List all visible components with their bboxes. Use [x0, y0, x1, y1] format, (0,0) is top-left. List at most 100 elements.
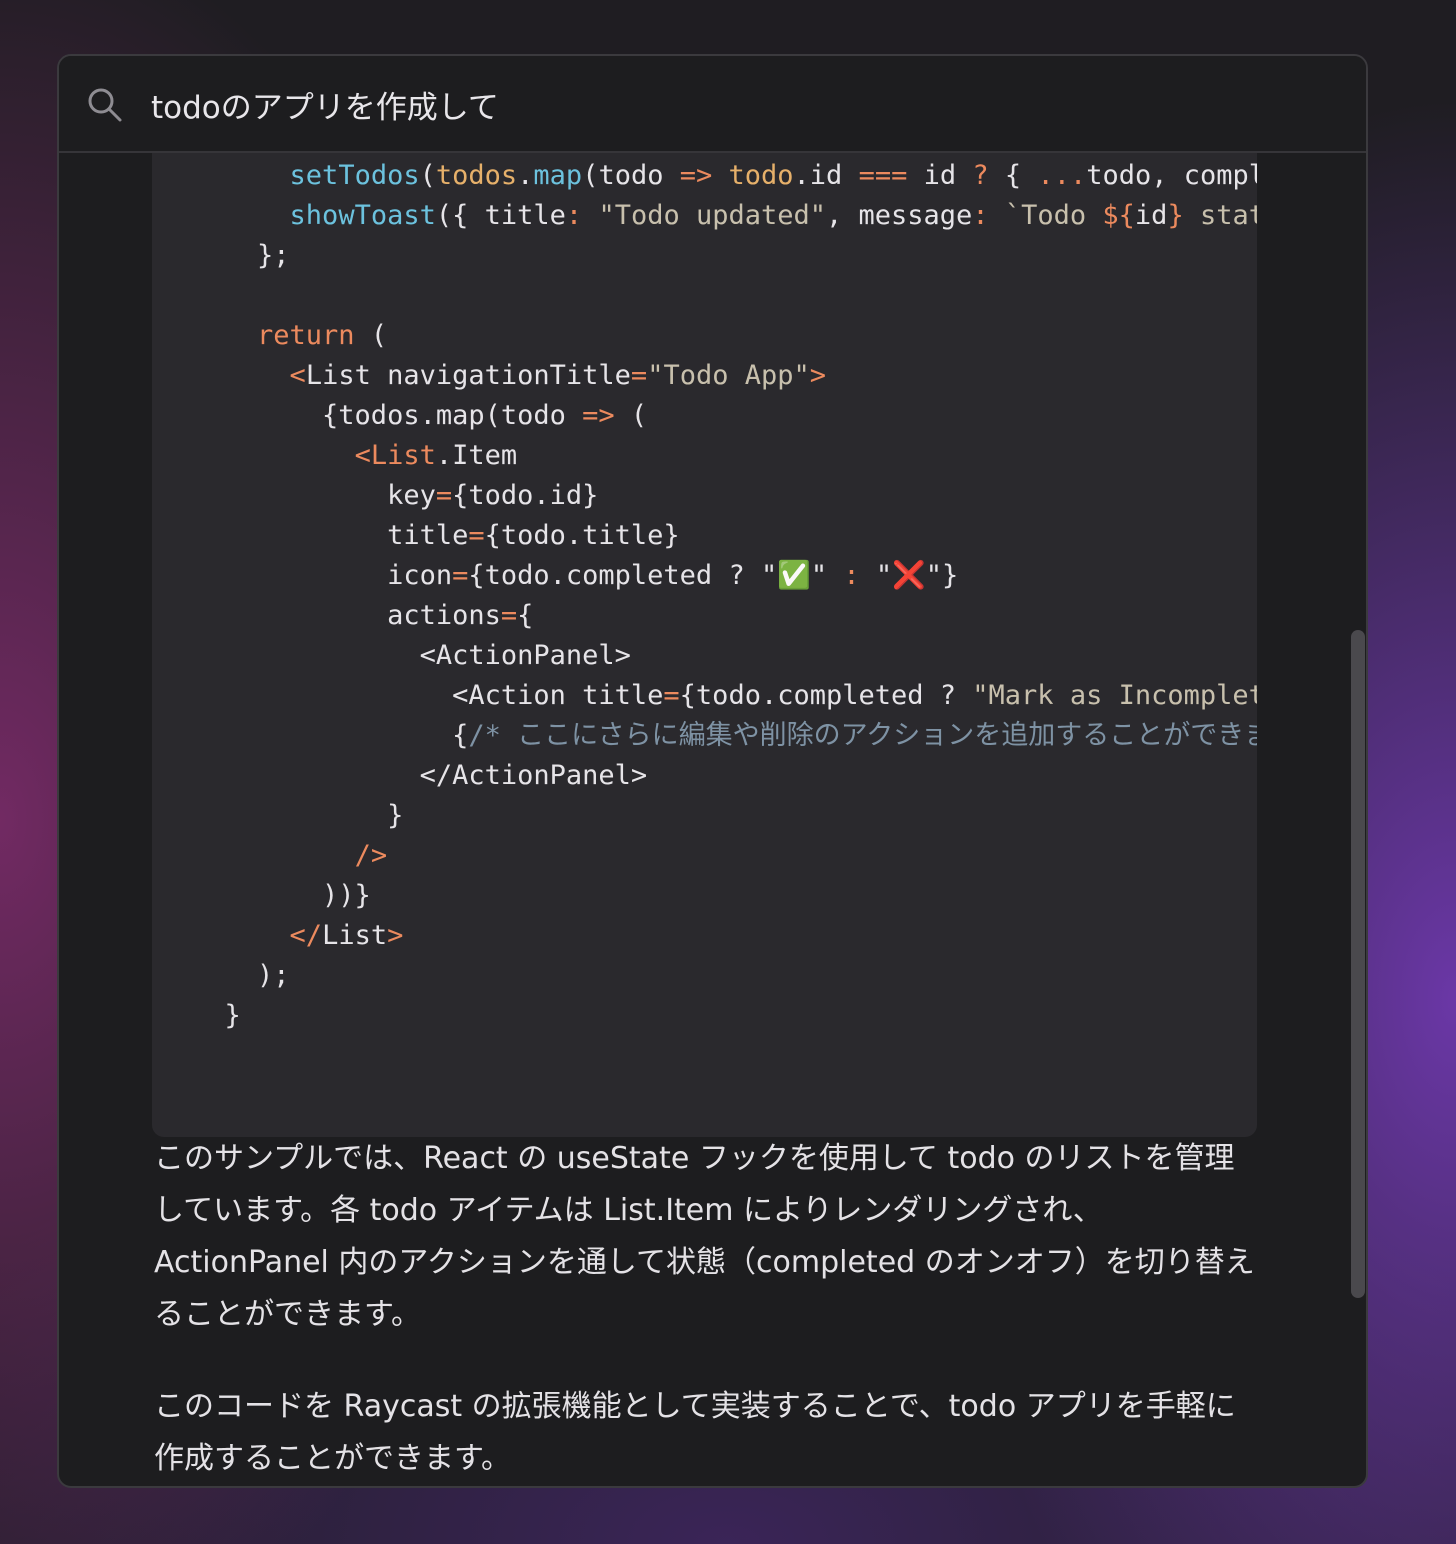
code-token: );	[192, 960, 290, 991]
code-line: <ActionPanel>	[192, 636, 631, 676]
code-token: }	[192, 800, 404, 831]
code-token: title	[192, 520, 469, 551]
code-line: }	[192, 996, 241, 1036]
scrollbar[interactable]	[1350, 153, 1366, 1486]
code-line: );	[192, 956, 290, 996]
code-token: =	[630, 360, 648, 391]
code-line: return (	[192, 316, 387, 356]
code-token: :	[843, 560, 860, 591]
code-token: ${	[1102, 200, 1135, 231]
code-token: id	[1134, 200, 1168, 231]
code-token: <Action title	[192, 680, 664, 711]
code-token: (	[419, 160, 436, 191]
code-token: }	[192, 1000, 241, 1031]
code-token: ?	[972, 160, 989, 191]
code-line: }	[192, 796, 403, 836]
code-token: :	[972, 200, 989, 231]
code-token: /* ここにさらに編集や削除のアクションを追加することができま	[468, 720, 1257, 751]
explanation-paragraph-1: このサンプルでは、React の useState フックを使用して todo …	[154, 1141, 1255, 1332]
code-token: </	[289, 920, 323, 951]
code-token: actions	[192, 600, 501, 631]
code-token: todo, compl	[1086, 160, 1257, 191]
code-line: <List.Item	[192, 436, 518, 476]
code-token: setTodos	[289, 160, 420, 191]
scroll-thumb[interactable]	[1351, 630, 1365, 1298]
code-token: {	[192, 720, 469, 751]
code-token: .	[517, 160, 534, 191]
code-token: ({ title	[435, 200, 566, 231]
code-token: (todo	[582, 160, 680, 191]
code-token: (	[354, 320, 388, 351]
code-token: =>	[679, 160, 713, 191]
code-token: </ActionPanel>	[192, 760, 648, 791]
code-token: {todo.completed ?	[679, 680, 973, 711]
code-token: =	[663, 680, 680, 711]
code-token: {	[517, 600, 534, 631]
code-token: <ActionPanel>	[192, 640, 631, 671]
raycast-ai-window: setTodos(todos.map(todo => todo.id === i…	[57, 54, 1368, 1488]
code-token: map	[533, 160, 583, 191]
code-block[interactable]: setTodos(todos.map(todo => todo.id === i…	[152, 153, 1257, 1137]
code-token: "❌"}	[859, 560, 959, 591]
code-line: showToast({ title: "Todo updated", messa…	[192, 196, 1257, 236]
code-token: return	[257, 320, 355, 351]
code-token: , message	[826, 200, 973, 231]
search-input[interactable]	[151, 78, 1331, 130]
code-token: "Mark as Incomplet	[972, 680, 1257, 711]
code-token: {todo.title}	[484, 520, 680, 551]
code-token: id	[907, 160, 973, 191]
code-token: {todo.id}	[452, 480, 599, 511]
explanation-paragraph-2: このコードを Raycast の拡張機能として実装することで、todo アプリを…	[154, 1389, 1236, 1476]
code-token: "Todo updated"	[598, 200, 827, 231]
code-token: todo	[728, 160, 794, 191]
code-token: showToast	[289, 200, 436, 231]
code-line: setTodos(todos.map(todo => todo.id === i…	[192, 156, 1257, 196]
code-line: actions={	[192, 596, 533, 636]
code-token: =>	[582, 400, 615, 431]
code-line: />	[192, 836, 388, 876]
code-token: }	[1167, 200, 1184, 231]
code-token: {todo.completed ? "✅"	[468, 560, 844, 591]
code-token: ...	[1037, 160, 1087, 191]
code-token: stat	[1183, 200, 1257, 231]
code-token: ))}	[192, 880, 371, 911]
code-token: <	[289, 360, 306, 391]
code-line: </List>	[192, 916, 404, 956]
code-line: ))}	[192, 876, 371, 916]
search-icon	[88, 88, 122, 122]
code-token: >	[809, 360, 827, 391]
code-line: <List navigationTitle="Todo App">	[192, 356, 826, 396]
search-bar	[59, 56, 1366, 153]
code-token: icon	[192, 560, 453, 591]
code-token: =	[500, 600, 518, 631]
code-token: todos	[435, 160, 518, 191]
code-line: title={todo.title}	[192, 516, 680, 556]
code-line: };	[192, 236, 290, 276]
code-token: ===	[858, 160, 908, 191]
code-line: key={todo.id}	[192, 476, 598, 516]
code-token: />	[354, 840, 388, 871]
code-token: >	[387, 920, 404, 951]
code-token: List navigationTitle	[305, 360, 631, 391]
code-line: icon={todo.completed ? "✅" : "❌"}	[192, 556, 958, 596]
code-token: =	[435, 480, 453, 511]
code-token: `Todo	[1004, 200, 1103, 231]
code-token: (	[614, 400, 648, 431]
code-token: key	[192, 480, 436, 511]
code-line: </ActionPanel>	[192, 756, 648, 796]
code-token: :	[565, 200, 583, 231]
code-token: <List	[354, 440, 436, 471]
code-token: "Todo App"	[647, 360, 810, 391]
answer-content[interactable]: setTodos(todos.map(todo => todo.id === i…	[59, 153, 1366, 1486]
code-line: <Action title={todo.completed ? "Mark as…	[192, 676, 1257, 716]
code-token: =	[452, 560, 469, 591]
